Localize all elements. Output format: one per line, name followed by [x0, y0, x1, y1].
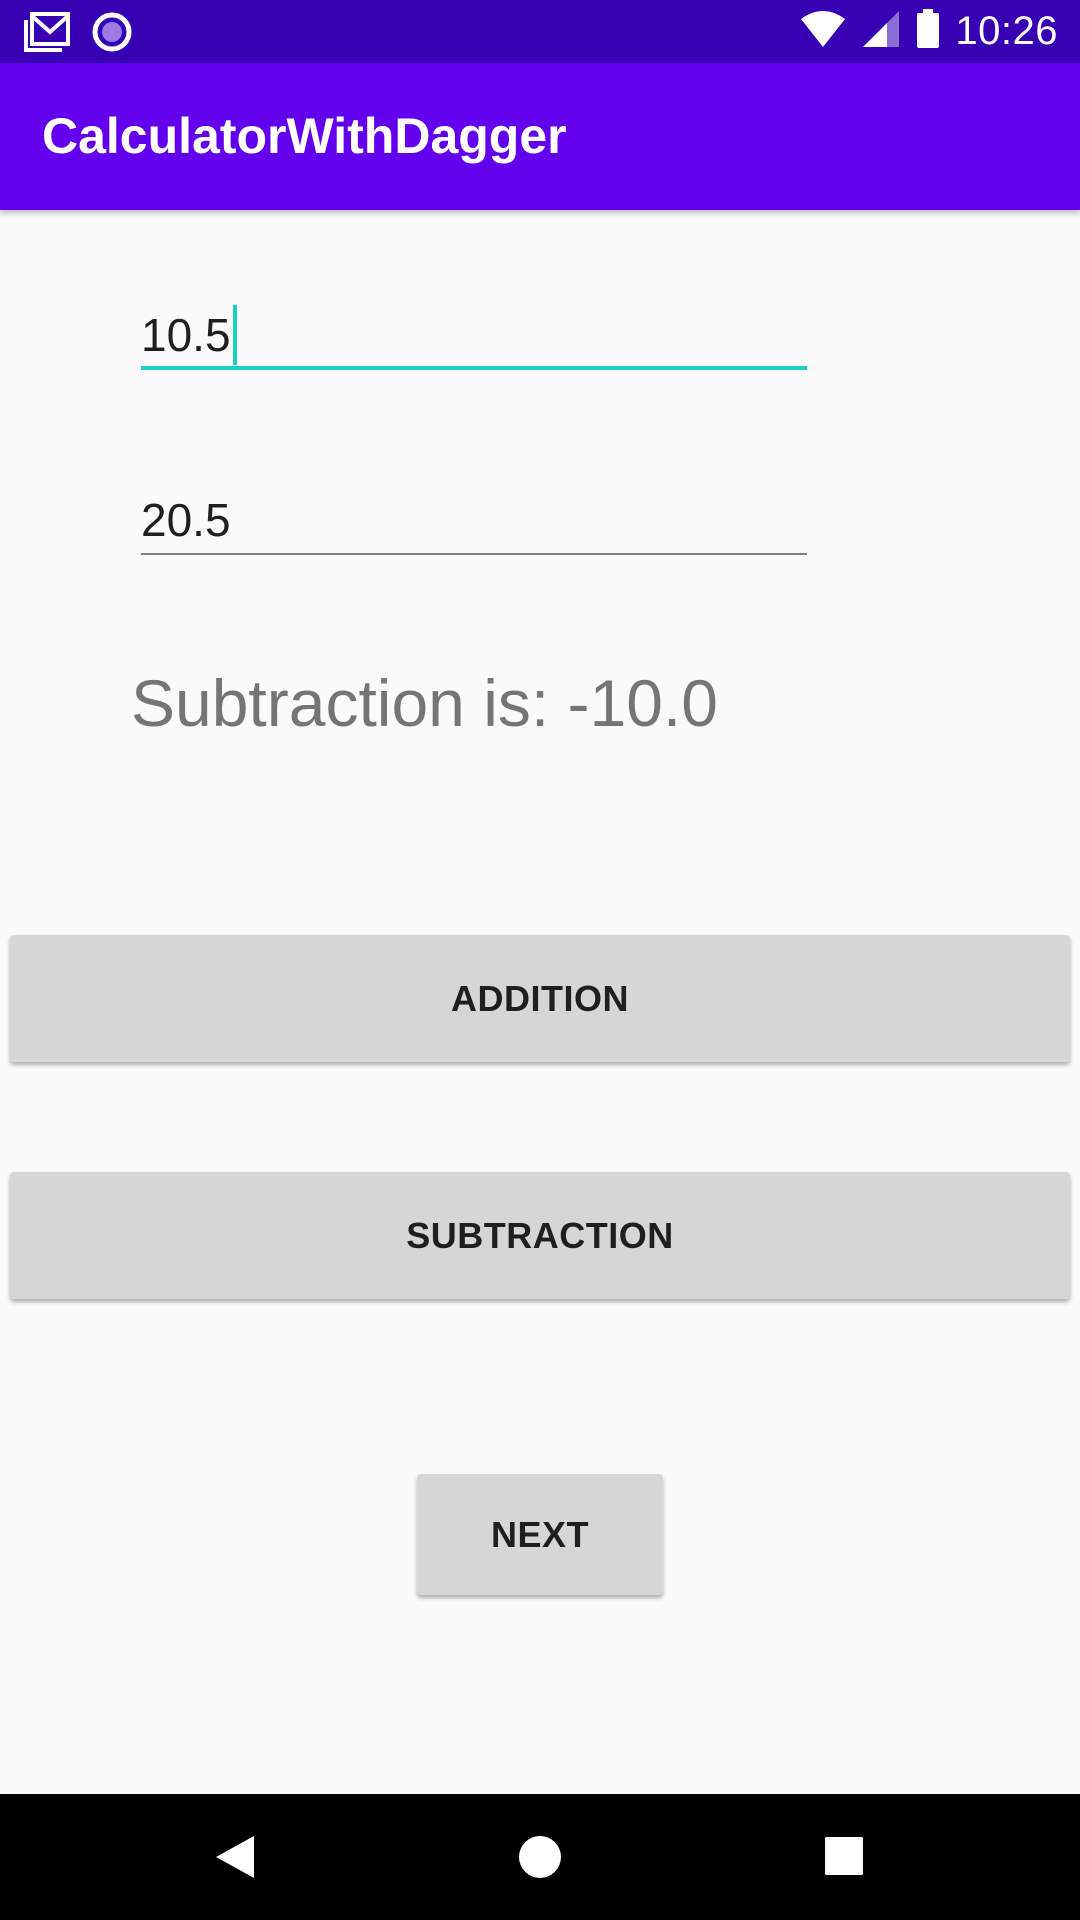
home-icon[interactable] [518, 1835, 562, 1884]
subtraction-button-label: SUBTRACTION [406, 1214, 674, 1256]
app-title: CalculatorWithDagger [42, 108, 567, 164]
next-button-label: NEXT [490, 1513, 589, 1555]
first-number-input[interactable]: 10.5 [141, 300, 807, 370]
subtraction-button[interactable]: SUBTRACTION [10, 1172, 1070, 1299]
next-button[interactable]: NEXT [417, 1474, 663, 1595]
gmail-icon [24, 12, 70, 57]
result-text: Subtraction is: -10.0 [131, 666, 718, 740]
second-number-value: 20.5 [141, 494, 231, 546]
text-cursor [232, 304, 237, 365]
first-number-value: 10.5 [141, 309, 231, 361]
status-bar: 10:26 [0, 0, 1080, 63]
navigation-bar [0, 1794, 1080, 1920]
wifi-icon [799, 9, 847, 54]
back-icon[interactable] [214, 1834, 256, 1885]
second-number-input[interactable]: 20.5 [141, 485, 807, 555]
radio-icon [92, 12, 132, 57]
addition-button-label: ADDITION [451, 977, 629, 1019]
battery-icon [915, 9, 941, 54]
recents-icon[interactable] [824, 1836, 864, 1881]
addition-button[interactable]: ADDITION [10, 935, 1070, 1062]
clock-time: 10:26 [955, 9, 1058, 53]
signal-icon [861, 9, 901, 54]
app-bar: CalculatorWithDagger [0, 63, 1080, 210]
